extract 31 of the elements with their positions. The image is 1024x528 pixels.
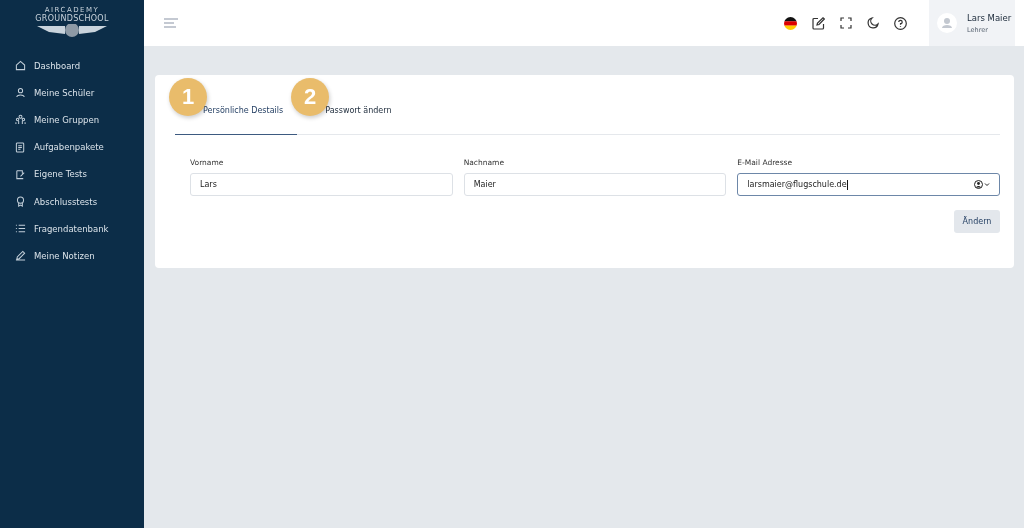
home-icon: [15, 60, 26, 72]
fullscreen-icon[interactable]: [840, 17, 852, 29]
input-field[interactable]: Lars: [190, 173, 453, 196]
input-field[interactable]: Maier: [463, 173, 727, 196]
autofill-icon[interactable]: [974, 180, 990, 189]
people-icon: [15, 114, 26, 126]
help-icon[interactable]: [894, 16, 907, 30]
input-field[interactable]: larsmaier@flugschule.de: [737, 173, 1000, 196]
sidebar-item[interactable]: Dashboard: [0, 52, 144, 80]
pencil-icon: [15, 250, 26, 262]
logo-text: GROUNDSCHOOL: [35, 14, 109, 23]
user-name: Lars Maier: [967, 12, 1012, 23]
sidebar-item[interactable]: Aufgabenpakete: [0, 133, 144, 161]
person-icon: [15, 87, 26, 99]
edit-icon[interactable]: [812, 16, 825, 30]
avatar-icon: [937, 13, 957, 33]
moon-icon[interactable]: [867, 17, 879, 29]
sidebar-item[interactable]: Fragendatenbank: [0, 215, 144, 243]
sidebar-item[interactable]: Abschlusstests: [0, 187, 144, 216]
sidebar-item[interactable]: Eigene Tests: [0, 160, 144, 188]
award-icon: [15, 196, 26, 208]
flag-icon[interactable]: [784, 16, 797, 30]
tab[interactable]: Passwort ändern: [297, 106, 406, 135]
document-icon: [15, 141, 26, 153]
list-icon: [15, 223, 26, 235]
submit-button[interactable]: Ändern: [954, 210, 1000, 233]
wings-icon: [37, 24, 107, 38]
sidebar-item[interactable]: Meine Gruppen: [0, 106, 144, 134]
sidebar-item[interactable]: Meine Notizen: [0, 242, 144, 270]
edit-icon: [15, 168, 26, 180]
sidebar-item[interactable]: Meine Schüler: [0, 79, 144, 107]
